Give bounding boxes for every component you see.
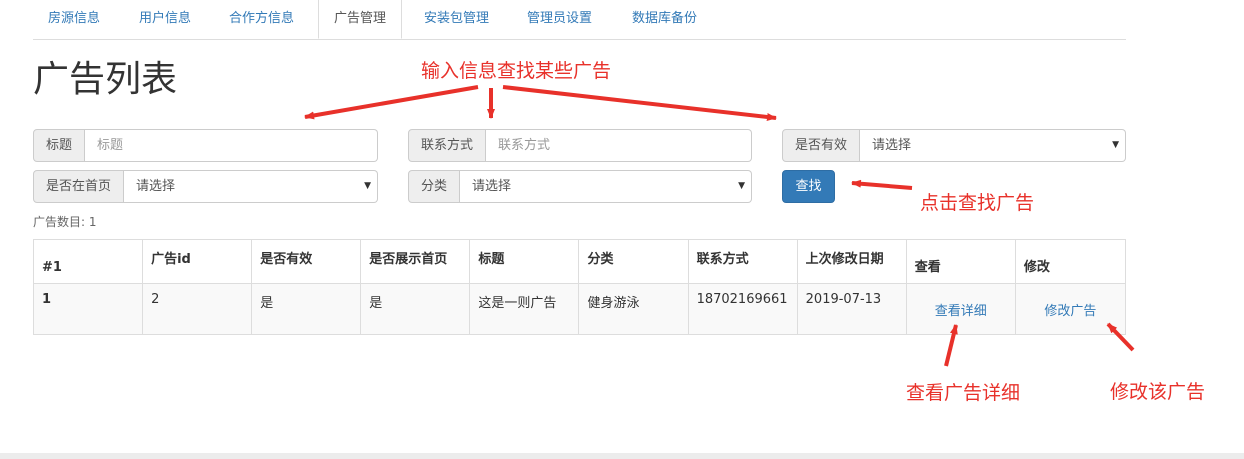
cell-title: 这是一则广告 — [469, 283, 580, 335]
valid-filter-select[interactable]: 请选择 ▼ — [860, 129, 1126, 162]
contact-filter-group: 联系方式 联系方式 — [408, 129, 752, 162]
column-header: 联系方式 — [687, 239, 798, 284]
arrow-to-title-filter — [304, 85, 479, 120]
arrow-to-valid-filter — [502, 85, 777, 121]
title-filter-group: 标题 标题 — [33, 129, 378, 162]
title-filter-input[interactable]: 标题 — [85, 129, 378, 162]
annotation-edit-hint: 修改该广告 — [1110, 381, 1206, 403]
category-filter-label: 分类 — [408, 170, 461, 203]
ads-table: #1 广告id 是否有效 是否展示首页 标题 分类 联系方式 上次修改日期 查看… — [32, 239, 1127, 335]
column-header: 修改 — [1014, 239, 1127, 284]
cell-contact: 18702169661 — [687, 283, 798, 335]
contact-filter-input[interactable]: 联系方式 — [486, 129, 752, 162]
column-header: 是否展示首页 — [360, 239, 471, 284]
category-filter-value: 请选择 — [472, 179, 512, 194]
contact-filter-label: 联系方式 — [408, 129, 487, 162]
footer-strip — [0, 453, 1244, 459]
nav-tabs: 房源信息 用户信息 合作方信息 广告管理 安装包管理 管理员设置 数据库备份 — [33, 0, 1126, 40]
chevron-down-icon: ▼ — [738, 181, 745, 191]
cell-category: 健身游泳 — [578, 283, 689, 335]
column-header: 上次修改日期 — [796, 239, 907, 284]
page-title: 广告列表 — [33, 59, 178, 100]
valid-filter-value: 请选择 — [872, 138, 912, 153]
tab-user-info[interactable]: 用户信息 — [124, 0, 206, 39]
valid-filter-group: 是否有效 请选择 ▼ — [782, 129, 1126, 162]
tab-partner-info[interactable]: 合作方信息 — [214, 0, 309, 39]
column-header: #1 — [32, 239, 144, 284]
tab-house-info[interactable]: 房源信息 — [33, 0, 115, 39]
annotation-arrows — [304, 85, 1135, 367]
annotation-input-hint: 输入信息查找某些广告 — [421, 60, 612, 82]
home-filter-group: 是否在首页 请选择 ▼ — [33, 170, 378, 203]
cell-modified: 2019-07-13 — [796, 283, 907, 335]
column-header: 查看 — [905, 239, 1016, 284]
column-header: 是否有效 — [251, 239, 362, 284]
ad-count: 广告数目: 1 — [33, 215, 97, 229]
chevron-down-icon: ▼ — [1112, 140, 1119, 150]
edit-ad-link[interactable]: 修改广告 — [1014, 283, 1127, 335]
cell-id: 2 — [142, 283, 253, 335]
annotation-view-hint: 查看广告详细 — [906, 382, 1021, 404]
annotation-search-hint: 点击查找广告 — [920, 192, 1035, 214]
cell-home: 是 — [360, 283, 471, 335]
title-filter-label: 标题 — [33, 129, 86, 162]
category-filter-group: 分类 请选择 ▼ — [408, 170, 752, 203]
tab-admin-settings[interactable]: 管理员设置 — [512, 0, 607, 39]
view-detail-link[interactable]: 查看详细 — [905, 283, 1016, 335]
home-filter-label: 是否在首页 — [33, 170, 125, 203]
home-filter-select[interactable]: 请选择 ▼ — [124, 170, 378, 203]
tab-database-backup[interactable]: 数据库备份 — [617, 0, 712, 39]
column-header: 广告id — [142, 239, 253, 284]
chevron-down-icon: ▼ — [364, 181, 371, 191]
arrow-to-search-button — [851, 179, 913, 190]
home-filter-value: 请选择 — [136, 179, 176, 194]
cell-index: 1 — [32, 283, 144, 335]
table-row: 1 2 是 是 这是一则广告 健身游泳 18702169661 2019-07-… — [32, 283, 1127, 335]
tab-package-management[interactable]: 安装包管理 — [409, 0, 504, 39]
tab-ad-management[interactable]: 广告管理 — [318, 0, 403, 39]
category-filter-select[interactable]: 请选择 ▼ — [460, 170, 752, 203]
cell-valid: 是 — [251, 283, 362, 335]
column-header: 标题 — [469, 239, 580, 284]
search-button[interactable]: 查找 — [782, 170, 835, 203]
table-header-row: #1 广告id 是否有效 是否展示首页 标题 分类 联系方式 上次修改日期 查看… — [32, 239, 1127, 284]
valid-filter-label: 是否有效 — [782, 129, 861, 162]
column-header: 分类 — [578, 239, 689, 284]
